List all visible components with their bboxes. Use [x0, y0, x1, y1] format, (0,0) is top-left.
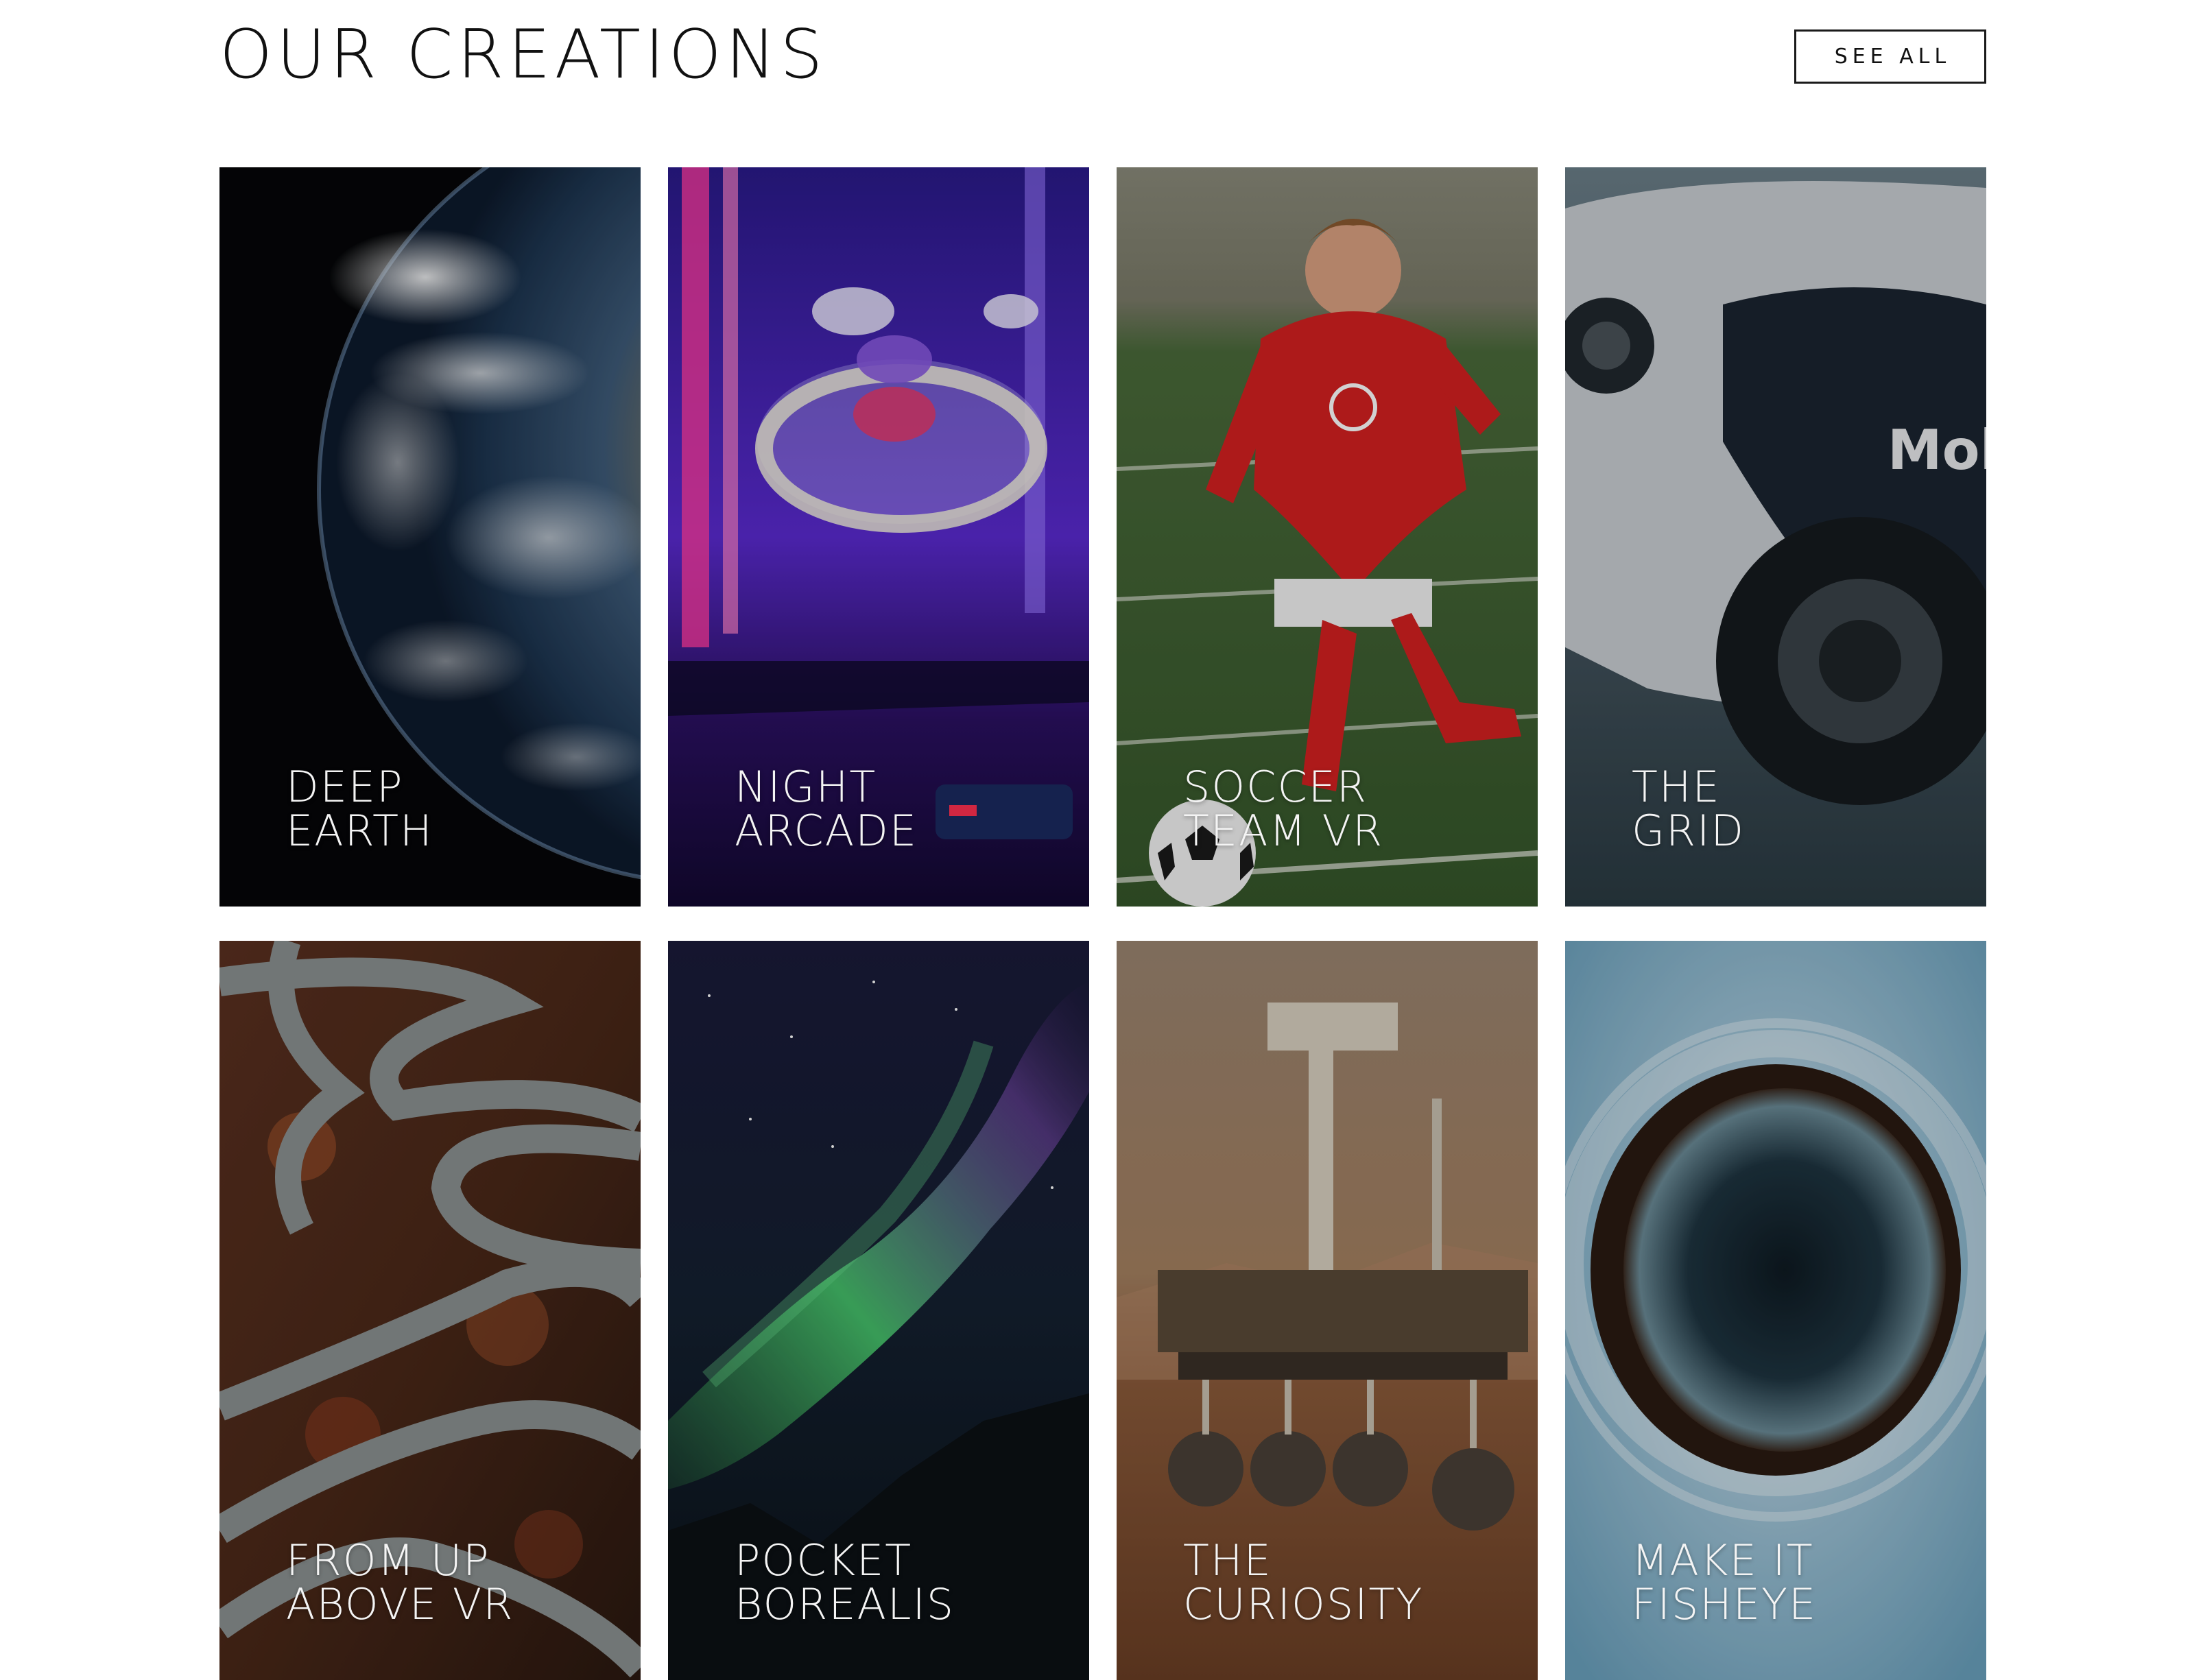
card-title: NIGHT ARCADE	[735, 762, 918, 856]
card-title: DEEP EARTH	[286, 762, 433, 856]
creation-card-soccer-team-vr[interactable]: SOCCER TEAM VR	[1117, 167, 1538, 907]
card-title: THE CURIOSITY	[1183, 1535, 1424, 1629]
see-all-button[interactable]: SEE ALL	[1794, 29, 1986, 84]
card-title: MAKE IT FISHEYE	[1632, 1535, 1818, 1629]
creation-card-from-up-above-vr[interactable]: FROM UP ABOVE VR	[219, 941, 641, 1680]
card-title: POCKET BOREALIS	[735, 1535, 955, 1629]
card-title: THE GRID	[1632, 762, 1746, 856]
card-title: SOCCER TEAM VR	[1183, 762, 1384, 856]
creation-card-the-curiosity[interactable]: THE CURIOSITY	[1117, 941, 1538, 1680]
page-title: OUR CREATIONS	[219, 16, 827, 94]
card-title: FROM UP ABOVE VR	[286, 1535, 514, 1629]
creation-card-the-grid[interactable]: Mob THE GRID	[1565, 167, 1986, 907]
creations-grid: DEEP EARTH NIGHT ARCADE SOCCER TEAM VR M…	[219, 167, 1986, 1680]
creation-card-make-it-fisheye[interactable]: MAKE IT FISHEYE	[1565, 941, 1986, 1680]
creation-card-pocket-borealis[interactable]: POCKET BOREALIS	[668, 941, 1089, 1680]
creation-card-night-arcade[interactable]: NIGHT ARCADE	[668, 167, 1089, 907]
creation-card-deep-earth[interactable]: DEEP EARTH	[219, 167, 641, 907]
